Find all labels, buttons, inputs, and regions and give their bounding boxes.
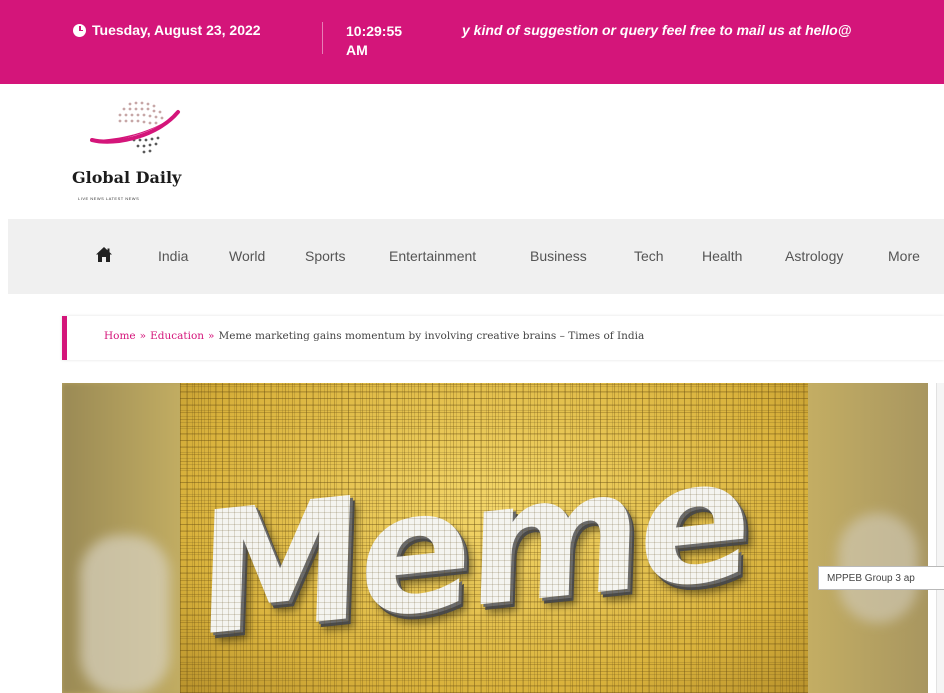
breadcrumb-separator: » [208, 330, 215, 342]
breadcrumb-separator: » [139, 330, 147, 342]
featured-image-main: Meme [180, 383, 808, 693]
meme-image-text: Meme [193, 418, 752, 675]
tooltip: MPPEB Group 3 ap [818, 566, 944, 590]
breadcrumb-home-link[interactable]: Home [104, 330, 136, 342]
breadcrumb: Home» Education» Meme marketing gains mome… [62, 316, 944, 360]
top-bar: Tuesday, August 23, 2022 10:29:55 AM y k… [0, 0, 944, 84]
brand-tagline: LIVE NEWS LATEST NEWS [78, 196, 140, 201]
date-text: Tuesday, August 23, 2022 [92, 22, 261, 38]
breadcrumb-current: Meme marketing gains momentum by involvi… [218, 330, 645, 342]
main-nav: India World Sports Entertainment Busines… [8, 219, 944, 294]
breadcrumb-trail: Home» Education» Meme marketing gains mome… [104, 330, 644, 342]
nav-item-india[interactable]: India [158, 248, 188, 264]
nav-item-entertainment[interactable]: Entertainment [389, 248, 476, 264]
nav-item-astrology[interactable]: Astrology [785, 248, 843, 264]
date-display: Tuesday, August 23, 2022 [73, 22, 261, 38]
nav-item-tech[interactable]: Tech [634, 248, 664, 264]
breadcrumb-category-link[interactable]: Education [150, 330, 204, 342]
featured-image[interactable]: Meme [62, 383, 928, 693]
nav-item-business[interactable]: Business [530, 248, 587, 264]
time-text: 10:29:55 AM [346, 23, 403, 58]
brand-name: Global Daily [72, 168, 182, 187]
topbar-divider [322, 22, 323, 54]
site-logo[interactable]: Global Daily LIVE NEWS LATEST NEWS [72, 96, 212, 206]
clock-icon [73, 23, 86, 37]
nav-item-sports[interactable]: Sports [305, 248, 345, 264]
nav-item-world[interactable]: World [229, 248, 265, 264]
nav-item-health[interactable]: Health [702, 248, 742, 264]
sidebar-edge [936, 383, 944, 693]
news-ticker: y kind of suggestion or query feel free … [462, 22, 852, 38]
nav-item-more[interactable]: More [888, 248, 920, 264]
home-icon[interactable] [95, 246, 113, 264]
breadcrumb-accent [62, 316, 67, 360]
globe-logo-icon [90, 101, 180, 154]
featured-image-blur-shape [80, 535, 170, 693]
